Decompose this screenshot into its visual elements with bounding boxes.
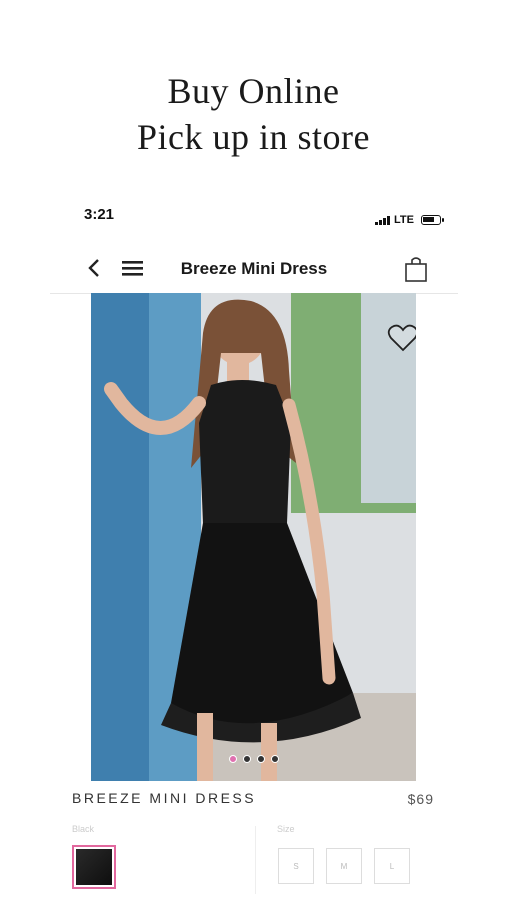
color-swatch-black[interactable]: [72, 845, 116, 889]
size-option-m[interactable]: M: [326, 848, 362, 884]
headline-line-1: Buy Online: [167, 71, 340, 111]
product-image-carousel[interactable]: [91, 293, 416, 781]
network-type: LTE: [394, 214, 414, 226]
size-option-s[interactable]: S: [278, 848, 314, 884]
carousel-dot[interactable]: [242, 755, 251, 763]
size-label: Size: [277, 824, 295, 834]
top-nav-bar: Breeze Mini Dress: [50, 245, 458, 294]
product-photo: [91, 293, 416, 781]
status-indicators: LTE: [375, 214, 444, 226]
shopping-bag-icon[interactable]: [404, 255, 428, 283]
carousel-dot[interactable]: [228, 755, 237, 763]
signal-icon: [375, 215, 391, 225]
headline-line-2: Pick up in store: [137, 117, 370, 157]
product-price: $69: [407, 791, 434, 807]
size-option-l[interactable]: L: [374, 848, 410, 884]
page-title: Breeze Mini Dress: [180, 259, 328, 278]
heart-outline-icon[interactable]: [387, 323, 416, 353]
swatch-thumbnail: [76, 849, 112, 885]
color-label: Black: [72, 824, 95, 834]
carousel-indicator: [91, 755, 416, 763]
size-selector: S M L: [278, 848, 410, 884]
promo-headline: Buy Online Pick up in store: [0, 68, 507, 160]
carousel-dot[interactable]: [256, 755, 265, 763]
battery-icon: [421, 215, 444, 225]
status-time: 3:21: [84, 206, 115, 223]
options-divider: [255, 826, 256, 894]
product-name: BREEZE MINI DRESS: [72, 790, 257, 806]
carousel-dot[interactable]: [270, 755, 279, 763]
